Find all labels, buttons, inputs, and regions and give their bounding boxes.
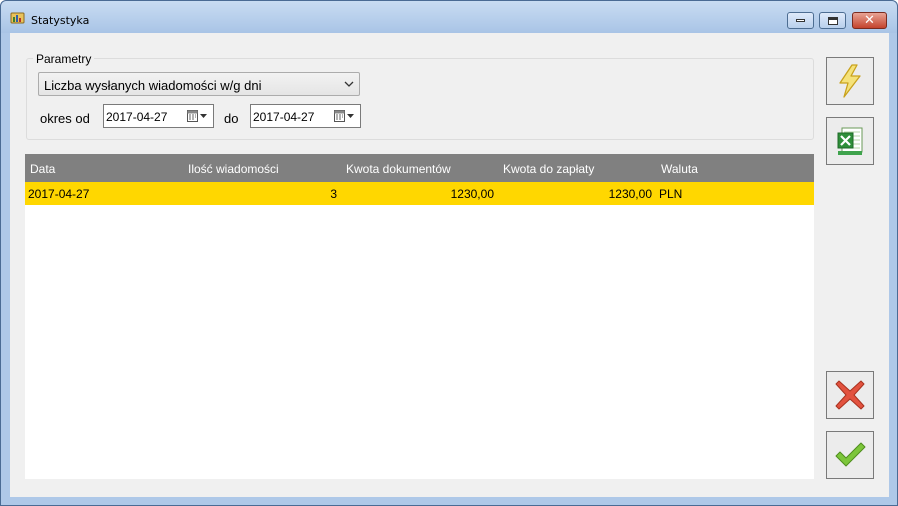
minimize-icon [796,19,805,22]
cell-waluta: PLN [659,187,683,201]
report-type-dropdown[interactable]: Liczba wysłanych wiadomości w/g dni [38,72,360,96]
dialog-body: Parametry Liczba wysłanych wiadomości w/… [10,33,889,497]
column-header-waluta[interactable]: Waluta [661,162,698,176]
parameters-legend: Parametry [33,52,95,66]
report-type-value: Liczba wysłanych wiadomości w/g dni [44,78,262,93]
lightning-icon [839,64,861,98]
date-from-picker[interactable]: 2017-04-27 [103,104,214,128]
date-from-label: okres od [40,111,90,126]
calendar-dropdown-icon[interactable] [187,110,209,122]
run-button[interactable] [826,57,874,105]
chevron-down-icon [343,75,355,96]
checkmark-icon [835,442,866,467]
column-header-data[interactable]: Data [30,162,55,176]
cell-kwota-dokumentow: 1230,00 [450,187,494,201]
statystyka-window: Statystyka ✕ Parametry Liczba wysłanych … [0,0,898,506]
calendar-dropdown-icon[interactable] [334,110,356,122]
window-title: Statystyka [31,14,90,27]
cross-icon [835,380,865,410]
date-from-value: 2017-04-27 [106,110,168,124]
export-excel-button[interactable] [826,117,874,165]
table-header: Data Ilość wiadomości Kwota dokumentów K… [25,154,814,182]
date-to-label: do [224,111,239,126]
column-header-kwota-do-zaplaty[interactable]: Kwota do zapłaty [503,162,594,176]
cancel-button[interactable] [826,371,874,419]
app-icon [10,12,25,24]
date-to-picker[interactable]: 2017-04-27 [250,104,361,128]
date-to-value: 2017-04-27 [253,110,315,124]
statistics-table[interactable]: Data Ilość wiadomości Kwota dokumentów K… [25,154,814,479]
column-header-kwota-dokumentow[interactable]: Kwota dokumentów [346,162,451,176]
cell-ilosc: 3 [330,187,337,201]
ok-button[interactable] [826,431,874,479]
maximize-button[interactable] [819,12,846,29]
title-bar[interactable]: Statystyka ✕ [1,1,897,33]
table-row[interactable]: 2017-04-27 3 1230,00 1230,00 PLN [25,182,814,205]
cell-data: 2017-04-27 [28,187,90,201]
excel-export-icon [837,127,863,155]
maximize-icon [827,16,838,25]
minimize-button[interactable] [787,12,814,29]
column-header-ilosc[interactable]: Ilość wiadomości [188,162,279,176]
close-button[interactable]: ✕ [852,12,887,29]
cell-kwota-do-zaplaty: 1230,00 [608,187,652,201]
close-icon: ✕ [864,13,875,28]
